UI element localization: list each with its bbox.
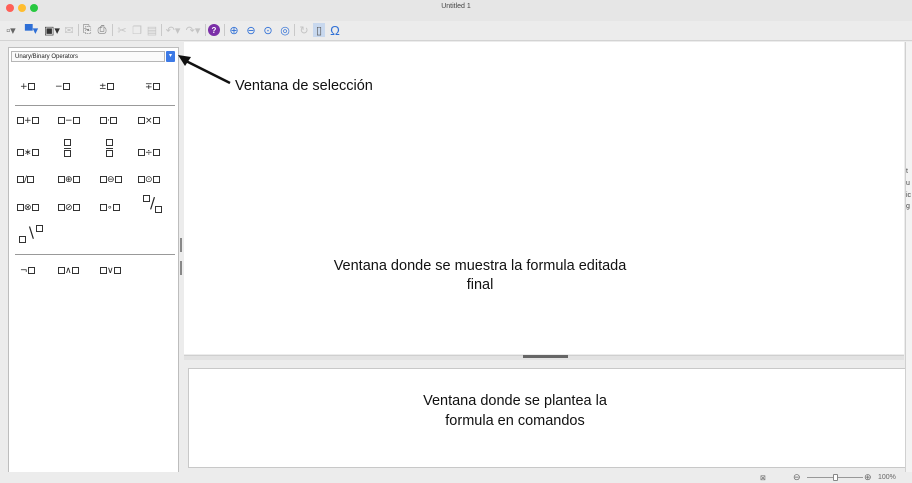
toolbar-separator <box>224 24 225 36</box>
chevron-down-icon[interactable]: ▾ <box>166 51 175 62</box>
annotation-arrow-icon <box>178 55 231 85</box>
element-not[interactable]: ¬ <box>20 266 35 276</box>
edge-text: g <box>906 203 910 210</box>
redo-icon[interactable]: ↷▾ <box>184 23 202 37</box>
element-wide-slash[interactable]: ∕ <box>143 194 163 213</box>
annotation-commands-line-2: formula en comandos <box>445 413 585 429</box>
element-fraction-wide[interactable] <box>106 139 113 158</box>
open-icon[interactable]: ▀▾ <box>23 23 40 37</box>
edge-text: ic <box>906 192 912 199</box>
show-all-icon[interactable]: ◎ <box>278 23 292 37</box>
copy-icon[interactable]: ❐ <box>131 23 143 37</box>
status-bar <box>0 472 912 483</box>
toolbar-separator <box>294 24 295 36</box>
title-bar: Untitled 1 <box>0 0 912 21</box>
element-multiplication-x[interactable]: × <box>138 116 160 126</box>
element-composition[interactable]: ∘ <box>100 203 120 213</box>
section-divider <box>15 254 175 255</box>
annotation-selection: Ventana de selección <box>235 78 373 94</box>
zoom-in-button[interactable]: ⊕ <box>864 472 872 483</box>
element-or[interactable]: ∨ <box>100 266 121 276</box>
category-select[interactable]: Unary/Binary Operators <box>11 51 165 62</box>
zoom-slider-thumb[interactable] <box>833 474 838 481</box>
element-wide-backslash[interactable]: ∖ <box>19 224 43 243</box>
element-division[interactable]: ÷ <box>138 148 160 158</box>
element-fraction[interactable] <box>64 139 71 158</box>
toolbar-separator <box>112 24 113 36</box>
element-and[interactable]: ∧ <box>58 266 79 276</box>
zoom-100-icon[interactable]: ⊙ <box>261 23 275 37</box>
element-circled-slash[interactable]: ⊘ <box>58 203 80 213</box>
print-icon[interactable]: ⎙ <box>96 23 108 37</box>
side-edge <box>905 42 912 472</box>
formula-cursor-icon[interactable]: ▯ <box>313 23 325 37</box>
toolbar-separator <box>205 24 206 36</box>
element-minus-plus[interactable]: ∓ <box>145 82 160 92</box>
paste-icon[interactable]: ▤ <box>146 23 158 37</box>
standard-toolbar: ▫▾ ▀▾ ▣▾ ✉ ⎘ ⎙ ✂ ❐ ▤ ↶▾ ↷▾ ? ⊕ ⊖ ⊙ ◎ ↻ ▯… <box>0 21 912 41</box>
zoom-out-button[interactable]: ⊖ <box>793 472 801 483</box>
export-pdf-icon[interactable]: ⎘ <box>81 23 93 37</box>
help-icon[interactable]: ? <box>208 24 220 36</box>
annotation-formula-line-1: Ventana donde se muestra la formula edit… <box>333 258 627 274</box>
annotation-commands-line-1: Ventana donde se plantea la <box>423 393 607 409</box>
element-multiplication-star[interactable]: ∗ <box>17 148 39 158</box>
panel-splitter-handle[interactable] <box>180 238 182 252</box>
email-icon[interactable]: ✉ <box>63 23 75 37</box>
modified-status-icon: ⊠ <box>760 475 766 482</box>
element-slash[interactable]: / <box>17 175 35 185</box>
window-title: Untitled 1 <box>441 3 471 10</box>
element-plus-minus[interactable]: ± <box>99 82 114 92</box>
element-circled-dot[interactable]: ⊙ <box>138 175 160 185</box>
element-multiplication-dot[interactable]: · <box>100 116 117 126</box>
zoom-level: 100% <box>878 474 896 481</box>
divider-grip[interactable] <box>523 355 568 358</box>
annotation-formula-line-2: final <box>466 277 494 293</box>
edge-text: t <box>906 168 908 175</box>
cut-icon[interactable]: ✂ <box>116 23 128 37</box>
undo-icon[interactable]: ↶▾ <box>164 23 182 37</box>
panel-splitter-handle[interactable] <box>180 261 182 275</box>
element-circled-minus[interactable]: ⊖ <box>100 175 122 185</box>
element-circled-plus[interactable]: ⊕ <box>58 175 80 185</box>
zoom-out-icon[interactable]: ⊖ <box>244 23 258 37</box>
element-subtraction[interactable]: − <box>58 116 80 126</box>
toolbar-separator <box>78 24 79 36</box>
new-document-icon[interactable]: ▫▾ <box>3 23 19 37</box>
element-circled-times[interactable]: ⊗ <box>17 203 39 213</box>
zoom-in-icon[interactable]: ⊕ <box>227 23 241 37</box>
symbols-icon[interactable]: Ω <box>328 23 342 38</box>
element-addition[interactable]: + <box>17 116 39 126</box>
section-divider <box>15 105 175 106</box>
element-positive[interactable]: + <box>20 82 35 92</box>
elements-panel: Unary/Binary Operators ▾ + − ± ∓ + − · ×… <box>8 47 179 473</box>
toolbar-separator <box>161 24 162 36</box>
element-negative[interactable]: − <box>55 82 70 92</box>
edge-text: u <box>906 180 910 187</box>
update-icon[interactable]: ↻ <box>298 23 310 37</box>
save-icon[interactable]: ▣▾ <box>44 23 60 37</box>
